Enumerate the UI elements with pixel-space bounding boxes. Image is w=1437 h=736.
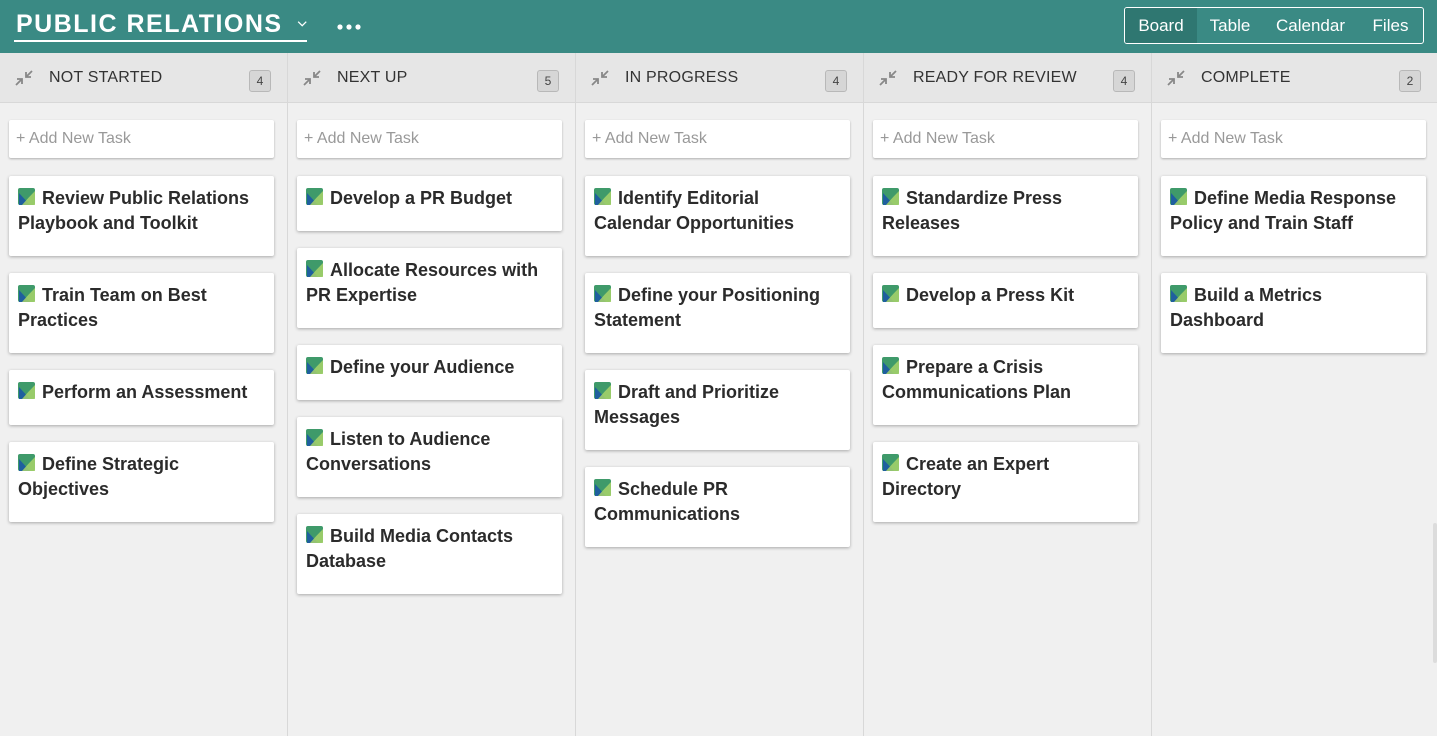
collapse-icon[interactable]: [878, 69, 898, 87]
more-options-icon[interactable]: [336, 16, 362, 38]
task-title: Allocate Resources with PR Expertise: [306, 260, 539, 305]
task-title: Build Media Contacts Database: [306, 526, 514, 571]
task-title: Draft and Prioritize Messages: [594, 382, 780, 427]
column-title: NOT STARTED: [49, 69, 163, 86]
task-card[interactable]: Identify Editorial Calendar Opportunitie…: [585, 176, 850, 256]
column-complete: COMPLETE 2 + Add New Task Define Media R…: [1152, 53, 1437, 736]
task-title: Create an Expert Directory: [882, 454, 1050, 499]
task-icon: [1170, 188, 1187, 205]
add-new-task-input[interactable]: + Add New Task: [297, 120, 562, 158]
task-title: Standardize Press Releases: [882, 188, 1063, 233]
column-header: NEXT UP 5: [288, 53, 575, 103]
column-header: READY FOR REVIEW 4: [864, 53, 1151, 103]
task-icon: [306, 188, 323, 205]
task-title: Review Public Relations Playbook and Too…: [18, 188, 250, 233]
task-icon: [18, 454, 35, 471]
task-card[interactable]: Listen to Audience Conversations: [297, 417, 562, 497]
task-title: Define your Positioning Statement: [594, 285, 821, 330]
task-icon: [306, 357, 323, 374]
task-count-badge: 4: [1113, 70, 1135, 92]
add-new-task-input[interactable]: + Add New Task: [585, 120, 850, 158]
task-title: Schedule PR Communications: [594, 479, 741, 524]
task-icon: [1170, 285, 1187, 302]
top-bar: PUBLIC RELATIONS Board Table Calendar Fi…: [0, 0, 1437, 53]
tab-board[interactable]: Board: [1125, 8, 1197, 43]
scrollbar[interactable]: [1433, 523, 1437, 663]
task-count-badge: 5: [537, 70, 559, 92]
tab-table[interactable]: Table: [1197, 8, 1263, 43]
column-title: IN PROGRESS: [625, 69, 739, 86]
column-title: COMPLETE: [1201, 69, 1291, 86]
task-title: Define your Audience: [330, 357, 515, 377]
tab-calendar[interactable]: Calendar: [1263, 8, 1358, 43]
task-title: Prepare a Crisis Communications Plan: [882, 357, 1072, 402]
task-card[interactable]: Standardize Press Releases: [873, 176, 1138, 256]
column-title: READY FOR REVIEW: [913, 69, 1077, 86]
task-title: Develop a Press Kit: [906, 285, 1075, 305]
task-title: Develop a PR Budget: [330, 188, 513, 208]
task-card[interactable]: Draft and Prioritize Messages: [585, 370, 850, 450]
task-title: Perform an Assessment: [42, 382, 248, 402]
task-count-badge: 4: [249, 70, 271, 92]
task-icon: [882, 188, 899, 205]
task-card[interactable]: Build Media Contacts Database: [297, 514, 562, 594]
task-count-badge: 4: [825, 70, 847, 92]
kanban-board: NOT STARTED 4 + Add New Task Review Publ…: [0, 53, 1437, 736]
task-card[interactable]: Prepare a Crisis Communications Plan: [873, 345, 1138, 425]
task-card[interactable]: Train Team on Best Practices: [9, 273, 274, 353]
task-icon: [18, 285, 35, 302]
task-card[interactable]: Develop a Press Kit: [873, 273, 1138, 328]
task-icon: [594, 285, 611, 302]
column-next-up: NEXT UP 5 + Add New Task Develop a PR Bu…: [288, 53, 576, 736]
task-card[interactable]: Schedule PR Communications: [585, 467, 850, 547]
task-title: Listen to Audience Conversations: [306, 429, 491, 474]
task-icon: [882, 285, 899, 302]
task-card[interactable]: Allocate Resources with PR Expertise: [297, 248, 562, 328]
task-title: Identify Editorial Calendar Opportunitie…: [594, 188, 795, 233]
add-new-task-input[interactable]: + Add New Task: [9, 120, 274, 158]
task-card[interactable]: Review Public Relations Playbook and Too…: [9, 176, 274, 256]
task-title: Define Media Response Policy and Train S…: [1170, 188, 1397, 233]
task-icon: [882, 454, 899, 471]
task-icon: [306, 260, 323, 277]
task-card[interactable]: Define your Audience: [297, 345, 562, 400]
task-icon: [594, 479, 611, 496]
project-title: PUBLIC RELATIONS: [16, 9, 283, 38]
collapse-icon[interactable]: [1166, 69, 1186, 87]
task-card[interactable]: Define your Positioning Statement: [585, 273, 850, 353]
task-title: Build a Metrics Dashboard: [1170, 285, 1323, 330]
task-icon: [594, 188, 611, 205]
task-icon: [18, 188, 35, 205]
column-header: COMPLETE 2: [1152, 53, 1437, 103]
task-icon: [306, 429, 323, 446]
task-icon: [882, 357, 899, 374]
task-card[interactable]: Perform an Assessment: [9, 370, 274, 425]
collapse-icon[interactable]: [14, 69, 34, 87]
task-card[interactable]: Define Strategic Objectives: [9, 442, 274, 522]
chevron-down-icon: [297, 21, 307, 27]
add-new-task-input[interactable]: + Add New Task: [1161, 120, 1426, 158]
task-count-badge: 2: [1399, 70, 1421, 92]
column-header: IN PROGRESS 4: [576, 53, 863, 103]
task-icon: [18, 382, 35, 399]
column-ready-for-review: READY FOR REVIEW 4 + Add New Task Standa…: [864, 53, 1152, 736]
task-card[interactable]: Define Media Response Policy and Train S…: [1161, 176, 1426, 256]
task-card[interactable]: Develop a PR Budget: [297, 176, 562, 231]
task-icon: [306, 526, 323, 543]
column-in-progress: IN PROGRESS 4 + Add New Task Identify Ed…: [576, 53, 864, 736]
column-not-started: NOT STARTED 4 + Add New Task Review Publ…: [0, 53, 288, 736]
task-card[interactable]: Build a Metrics Dashboard: [1161, 273, 1426, 353]
column-title: NEXT UP: [337, 69, 408, 86]
add-new-task-input[interactable]: + Add New Task: [873, 120, 1138, 158]
collapse-icon[interactable]: [590, 69, 610, 87]
task-title: Train Team on Best Practices: [18, 285, 207, 330]
tab-files[interactable]: Files: [1358, 8, 1423, 43]
project-selector[interactable]: PUBLIC RELATIONS: [14, 8, 307, 42]
task-card[interactable]: Create an Expert Directory: [873, 442, 1138, 522]
collapse-icon[interactable]: [302, 69, 322, 87]
task-title: Define Strategic Objectives: [18, 454, 180, 499]
task-icon: [594, 382, 611, 399]
column-header: NOT STARTED 4: [0, 53, 287, 103]
view-switcher: Board Table Calendar Files: [1124, 7, 1424, 44]
